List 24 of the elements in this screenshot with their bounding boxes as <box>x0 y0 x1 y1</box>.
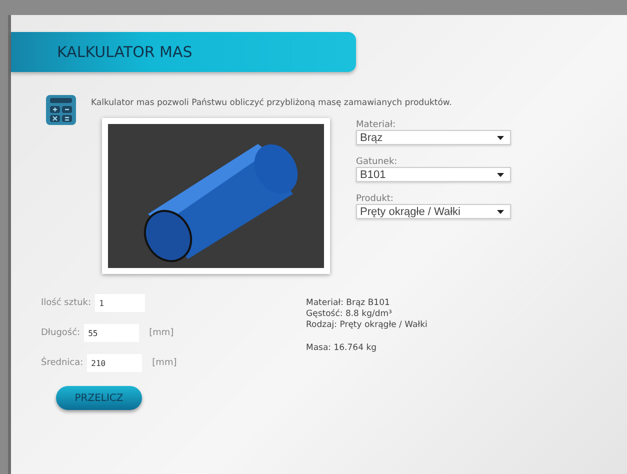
caret-icon <box>497 136 504 140</box>
unit-label: [mm] <box>149 328 174 338</box>
mass-result: Masa: 16.764 kg <box>306 343 378 354</box>
dropdown[interactable]: Brąz <box>356 130 511 145</box>
select-label: Gatunek: <box>356 157 398 167</box>
input-field[interactable]: 210 <box>87 354 142 372</box>
field-label: Długość: <box>41 328 80 338</box>
select-label: Materiał: <box>356 120 397 130</box>
result-line: Materiał: Brąz B101 <box>306 298 391 309</box>
field-label: Ilość sztuk: <box>41 298 92 308</box>
caret-icon <box>497 210 504 214</box>
input-field[interactable]: 55 <box>84 324 140 342</box>
caret-icon <box>497 172 504 176</box>
select-label: Produkt: <box>356 194 394 204</box>
description-text: Kalkulator mas pozwoli Państwu obliczyć przybliżoną masę zamawianych produktów. <box>91 98 452 108</box>
dropdown[interactable]: Pręty okrągłe / Wałki <box>356 204 511 219</box>
field-label: Średnica: <box>41 358 84 368</box>
result-line: Rodzaj: Pręty okrągłe / Wałki <box>306 320 428 331</box>
page-title-bar: KALKULATOR MAS <box>11 32 356 72</box>
unit-label: [mm] <box>152 358 177 368</box>
input-field[interactable]: 1 <box>95 294 146 312</box>
dropdown[interactable]: B101 <box>356 167 511 182</box>
calculator-icon <box>45 94 77 126</box>
result-line: Gęstość: 8.8 kg/dm³ <box>306 309 393 320</box>
